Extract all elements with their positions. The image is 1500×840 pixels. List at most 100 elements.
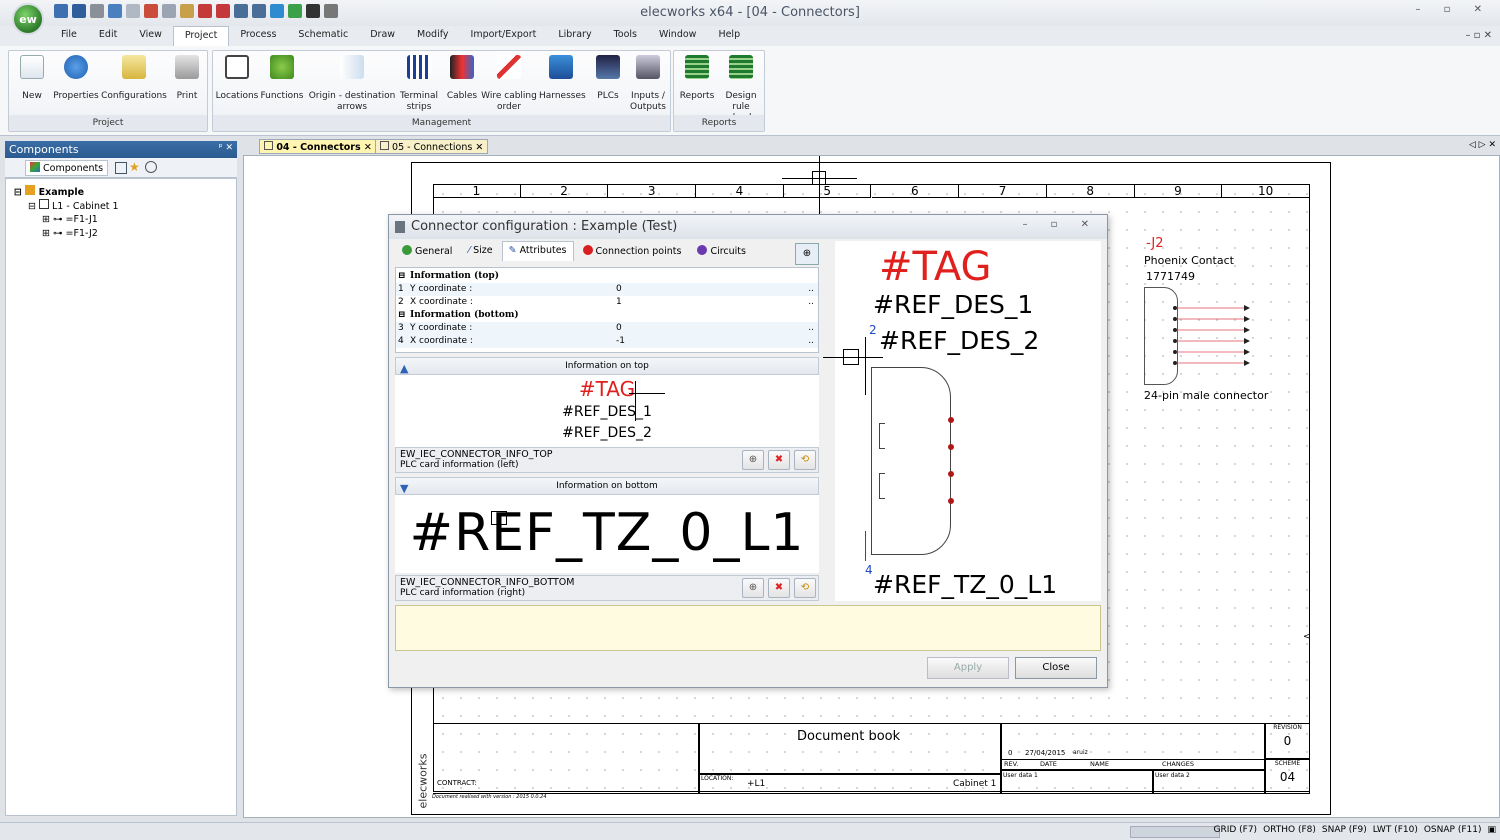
status-settings-icon[interactable]: ▣ [1487, 825, 1496, 835]
menu-library[interactable]: Library [547, 26, 602, 46]
tree-item-connector-j2[interactable]: ⊞ ⊶ =F1-J2 [42, 227, 98, 241]
page-prev-icon[interactable] [198, 4, 212, 18]
delete-block-button[interactable]: ✖ [768, 578, 790, 598]
favorites-icon[interactable]: ★ [129, 160, 140, 174]
redo-icon[interactable] [126, 4, 140, 18]
tree-item-cabinet[interactable]: ⊟ L1 - Cabinet 1 [28, 199, 119, 214]
info-icon [64, 55, 88, 79]
undo-icon[interactable] [108, 4, 122, 18]
component-manufacturer: Phoenix Contact [1144, 254, 1234, 267]
tree-item-connector-j1[interactable]: ⊞ ⊶ =F1-J1 [42, 213, 98, 227]
app-logo-button[interactable]: ew [12, 3, 44, 35]
connector-preview[interactable]: #TAG #REF_DES_1 #REF_DES_2 2 4 #REF_TZ_0… [823, 241, 1101, 601]
close-button[interactable]: Close [1015, 657, 1097, 679]
tab-connection-points[interactable]: Connection points [576, 241, 689, 261]
search-icon[interactable] [306, 4, 320, 18]
menu-process[interactable]: Process [229, 26, 287, 46]
information-on-bottom-header[interactable]: ▼ Information on bottom [395, 477, 819, 495]
settings-icon[interactable] [145, 161, 157, 173]
zoom-preview-button[interactable]: ⊕ [795, 243, 819, 265]
zoom-icon[interactable] [234, 4, 248, 18]
top-block-selector[interactable]: EW_IEC_CONNECTOR_INFO_TOP PLC card infor… [395, 447, 819, 473]
tree-item-project[interactable]: ⊟ Example [14, 185, 84, 200]
menu-draw[interactable]: Draw [359, 26, 406, 46]
apply-button[interactable]: Apply [927, 657, 1009, 679]
pan-icon[interactable] [270, 4, 284, 18]
cut-icon[interactable] [144, 4, 158, 18]
dialog-title-bar[interactable]: Connector configuration : Example (Test)… [389, 215, 1107, 239]
zoom-out-icon[interactable] [252, 4, 266, 18]
cabinet-view-icon[interactable] [115, 162, 127, 174]
section-information-top[interactable]: ⊟ Information (top) [396, 270, 818, 283]
tab-circuits[interactable]: Circuits [690, 241, 753, 261]
design-rule-check-button[interactable]: Design rule check [718, 55, 764, 124]
menu-edit[interactable]: Edit [88, 26, 128, 46]
tab-size[interactable]: ⁄ Size [461, 241, 499, 261]
menu-schematic[interactable]: Schematic [287, 26, 359, 46]
wire-cabling-order-button[interactable]: Wire cabling order [481, 55, 537, 113]
select-block-button[interactable]: ⊕ [742, 450, 764, 470]
connector-wires [1173, 305, 1250, 366]
inputs-outputs-button[interactable]: Inputs / Outputs [627, 55, 669, 113]
page-next-icon[interactable] [216, 4, 230, 18]
select-block-button[interactable]: ⊕ [742, 578, 764, 598]
dialog-window-controls[interactable]: – ▫ ✕ [1022, 219, 1099, 230]
origin-destination-arrows-button[interactable]: Origin - destination arrows [307, 55, 397, 113]
delete-block-button[interactable]: ✖ [768, 450, 790, 470]
property-row-2[interactable]: 2X coordinate :1.. [396, 296, 818, 309]
paste-icon[interactable] [180, 4, 194, 18]
menu-view[interactable]: View [128, 26, 173, 46]
property-row-3[interactable]: 3Y coordinate :0.. [396, 322, 818, 335]
column-header: 8 [1046, 184, 1135, 198]
status-toggle-ortho[interactable]: ORTHO (F8) [1263, 825, 1316, 835]
status-toggle-lwt[interactable]: LWT (F10) [1373, 825, 1418, 835]
tab-05-connections[interactable]: 05 - Connections ✕ [375, 139, 489, 154]
bottom-info-preview[interactable]: #REF_TZ_0_L1 [395, 495, 819, 573]
status-toggle-snap[interactable]: SNAP (F9) [1322, 825, 1367, 835]
print-button[interactable]: Print [169, 55, 205, 102]
menu-help[interactable]: Help [707, 26, 751, 46]
tab-attributes[interactable]: ✎ Attributes [501, 241, 574, 261]
menu-window[interactable]: Window [648, 26, 707, 46]
right-preview-anchor-bottom [865, 531, 866, 561]
properties-button[interactable]: Properties [51, 55, 101, 102]
new-button[interactable]: New [15, 55, 49, 102]
section-information-bottom[interactable]: ⊟ Information (bottom) [396, 309, 818, 322]
reset-block-button[interactable]: ⟲ [794, 450, 816, 470]
window-controls[interactable]: – ▫ ✕ [1415, 4, 1492, 15]
mdi-controls[interactable]: – ▫ ✕ [1465, 30, 1492, 41]
status-toggle-grid[interactable]: GRID (F7) [1213, 825, 1257, 835]
harnesses-button[interactable]: Harnesses [539, 55, 586, 102]
panel-pin-close-icon[interactable]: ᵖ ✕ [219, 143, 233, 153]
plcs-button[interactable]: PLCs [591, 55, 625, 102]
save-icon[interactable] [72, 4, 86, 18]
project-icon [25, 185, 36, 195]
tab-nav-controls[interactable]: ◁ ▷ ✕ [1469, 140, 1496, 150]
status-toggle-osnap[interactable]: OSNAP (F11) [1424, 825, 1482, 835]
options-icon[interactable] [324, 4, 338, 18]
terminal-strips-button[interactable]: Terminal strips [399, 55, 439, 113]
menu-import-export[interactable]: Import/Export [460, 26, 548, 46]
information-on-top-header[interactable]: ▲ Information on top [395, 357, 819, 375]
tab-general[interactable]: General [395, 241, 459, 261]
bottom-block-selector[interactable]: EW_IEC_CONNECTOR_INFO_BOTTOM PLC card in… [395, 575, 819, 601]
locations-button[interactable]: Locations [215, 55, 259, 102]
configurations-button[interactable]: Configurations [101, 55, 167, 102]
tab-04-connectors[interactable]: 04 - Connectors ✕ [259, 139, 377, 154]
property-row-1[interactable]: 1Y coordinate :0.. [396, 283, 818, 296]
reports-button[interactable]: Reports [676, 55, 718, 102]
menu-project[interactable]: Project [172, 26, 230, 46]
tab-components[interactable]: Components [25, 160, 109, 176]
new-icon[interactable] [54, 4, 68, 18]
menu-file[interactable]: File [50, 26, 88, 46]
menu-tools[interactable]: Tools [603, 26, 648, 46]
property-row-4[interactable]: 4X coordinate : -1.. [396, 335, 818, 348]
top-info-preview[interactable]: #TAG #REF_DES_1 #REF_DES_2 [395, 375, 819, 447]
reset-block-button[interactable]: ⟲ [794, 578, 816, 598]
refresh-icon[interactable] [288, 4, 302, 18]
menu-modify[interactable]: Modify [406, 26, 459, 46]
print-icon[interactable] [90, 4, 104, 18]
functions-button[interactable]: Functions [259, 55, 305, 102]
cables-button[interactable]: Cables [445, 55, 479, 102]
copy-icon[interactable] [162, 4, 176, 18]
